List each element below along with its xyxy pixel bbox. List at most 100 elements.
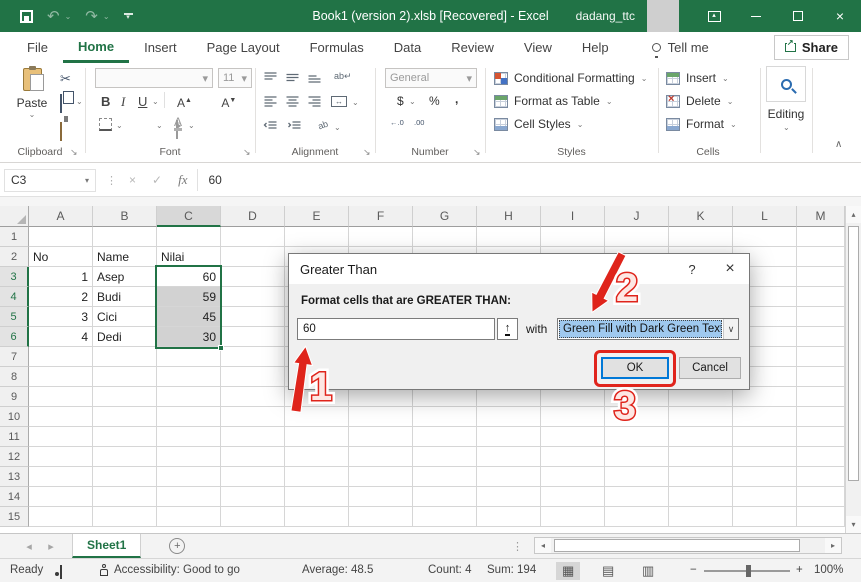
cell-B3[interactable]: Asep: [93, 267, 157, 287]
cell-G12[interactable]: [413, 447, 477, 467]
tab-insert[interactable]: Insert: [129, 32, 192, 63]
align-left-icon[interactable]: [263, 95, 278, 108]
bold-button[interactable]: B: [101, 94, 110, 109]
grow-font-button[interactable]: A▲: [177, 96, 192, 110]
conditional-formatting-button[interactable]: Conditional Formatting ⌄: [494, 71, 647, 85]
save-icon[interactable]: [20, 10, 33, 23]
cell-I12[interactable]: [541, 447, 605, 467]
zoom-level[interactable]: 100%: [814, 564, 843, 576]
currency-button[interactable]: $: [397, 94, 404, 108]
cell-A14[interactable]: [29, 487, 93, 507]
undo-dropdown-icon[interactable]: ⌄: [65, 12, 72, 21]
orientation-dropdown-icon[interactable]: ⌄: [334, 123, 341, 132]
name-box[interactable]: C3 ▾: [4, 169, 96, 192]
cell-H15[interactable]: [477, 507, 541, 527]
cell-K14[interactable]: [669, 487, 733, 507]
cell-B4[interactable]: Budi: [93, 287, 157, 307]
cell-M7[interactable]: [797, 347, 845, 367]
cell-E9[interactable]: [285, 387, 349, 407]
view-page-layout-icon[interactable]: ▤: [596, 562, 620, 580]
cell-B9[interactable]: [93, 387, 157, 407]
cell-C1[interactable]: [157, 227, 221, 247]
align-center-icon[interactable]: [285, 95, 300, 108]
horizontal-scrollbar-thumb[interactable]: [554, 539, 800, 552]
cell-B7[interactable]: [93, 347, 157, 367]
threshold-value-input[interactable]: [297, 318, 495, 340]
ok-button[interactable]: OK: [601, 357, 669, 379]
row-header-5[interactable]: 5: [0, 307, 29, 327]
cell-C4[interactable]: 59: [157, 287, 221, 307]
wrap-text-icon[interactable]: ab↵: [334, 71, 352, 82]
row-header-2[interactable]: 2: [0, 247, 29, 267]
scroll-up-icon[interactable]: ▴: [846, 206, 861, 223]
cell-D9[interactable]: [221, 387, 285, 407]
delete-button[interactable]: × Delete ⌄: [666, 94, 733, 108]
cell-G1[interactable]: [413, 227, 477, 247]
cell-F12[interactable]: [349, 447, 413, 467]
cell-M1[interactable]: [797, 227, 845, 247]
cell-J11[interactable]: [605, 427, 669, 447]
cell-D7[interactable]: [221, 347, 285, 367]
align-middle-icon[interactable]: [285, 71, 300, 84]
cell-L12[interactable]: [733, 447, 797, 467]
cell-A9[interactable]: [29, 387, 93, 407]
collapse-dialog-button[interactable]: ↑: [497, 318, 518, 340]
tab-splitter-icon[interactable]: ⋮: [512, 540, 523, 553]
fill-color-dropdown-icon[interactable]: ⌄: [156, 121, 163, 130]
cell-A4[interactable]: 2: [29, 287, 93, 307]
cell-C11[interactable]: [157, 427, 221, 447]
cell-L10[interactable]: [733, 407, 797, 427]
confirm-entry-icon[interactable]: ✓: [152, 173, 162, 187]
scroll-down-icon[interactable]: ▾: [846, 516, 861, 533]
cell-A1[interactable]: [29, 227, 93, 247]
cell-A6[interactable]: 4: [29, 327, 93, 347]
macro-record-icon[interactable]: [60, 565, 62, 579]
increase-indent-icon[interactable]: [287, 120, 302, 133]
cell-M4[interactable]: [797, 287, 845, 307]
cell-M12[interactable]: [797, 447, 845, 467]
cell-L14[interactable]: [733, 487, 797, 507]
cut-button[interactable]: ✂: [60, 71, 71, 87]
tab-data[interactable]: Data: [379, 32, 436, 63]
cell-C7[interactable]: [157, 347, 221, 367]
cell-B15[interactable]: [93, 507, 157, 527]
cell-A11[interactable]: [29, 427, 93, 447]
tab-page-layout[interactable]: Page Layout: [192, 32, 295, 63]
cell-C9[interactable]: [157, 387, 221, 407]
cell-G9[interactable]: [413, 387, 477, 407]
customize-qat-icon[interactable]: ▾: [124, 13, 133, 20]
redo-dropdown-icon[interactable]: ⌄: [103, 12, 110, 21]
cell-H13[interactable]: [477, 467, 541, 487]
cell-C10[interactable]: [157, 407, 221, 427]
cell-E12[interactable]: [285, 447, 349, 467]
select-all-corner[interactable]: [0, 206, 29, 227]
cell-F13[interactable]: [349, 467, 413, 487]
cell-M13[interactable]: [797, 467, 845, 487]
cell-F11[interactable]: [349, 427, 413, 447]
cell-D8[interactable]: [221, 367, 285, 387]
cell-G13[interactable]: [413, 467, 477, 487]
italic-button[interactable]: I: [121, 94, 125, 110]
tab-help[interactable]: Help: [567, 32, 624, 63]
row-header-3[interactable]: 3: [0, 267, 29, 287]
cell-D12[interactable]: [221, 447, 285, 467]
borders-button[interactable]: [99, 118, 112, 131]
tab-file[interactable]: File: [12, 32, 63, 63]
clipboard-dialog-launcher-icon[interactable]: ↘: [70, 147, 78, 158]
column-header-K[interactable]: K: [669, 206, 733, 227]
cell-A8[interactable]: [29, 367, 93, 387]
column-header-C[interactable]: C: [157, 206, 221, 227]
cell-M5[interactable]: [797, 307, 845, 327]
cell-M2[interactable]: [797, 247, 845, 267]
cell-M11[interactable]: [797, 427, 845, 447]
format-button[interactable]: Format ⌄: [666, 117, 737, 131]
cell-J14[interactable]: [605, 487, 669, 507]
cell-J13[interactable]: [605, 467, 669, 487]
cell-L13[interactable]: [733, 467, 797, 487]
cell-E10[interactable]: [285, 407, 349, 427]
column-header-J[interactable]: J: [605, 206, 669, 227]
cell-C15[interactable]: [157, 507, 221, 527]
sheet-tab-sheet1[interactable]: Sheet1: [72, 534, 141, 558]
cell-H12[interactable]: [477, 447, 541, 467]
format-painter-button[interactable]: [60, 122, 62, 141]
